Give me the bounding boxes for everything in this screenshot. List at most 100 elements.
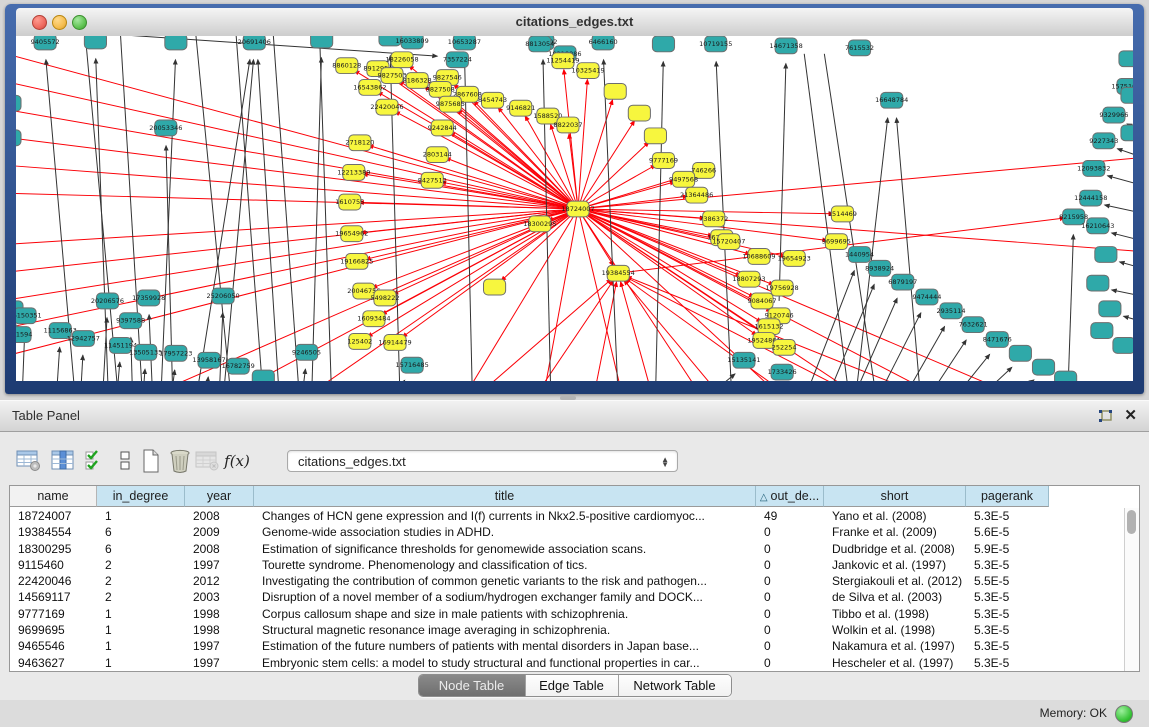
table-cell-year[interactable]: 1997 bbox=[185, 655, 254, 671]
table-row[interactable]: 911546021997Tourette syndrome. Phenomeno… bbox=[10, 557, 1125, 573]
table-cell-out_de[interactable]: 0 bbox=[756, 622, 824, 638]
network-node[interactable] bbox=[16, 130, 21, 146]
show-columns-icon[interactable] bbox=[48, 447, 78, 475]
function-builder-icon[interactable]: f(x) bbox=[222, 447, 252, 475]
table-cell-year[interactable]: 1997 bbox=[185, 638, 254, 654]
tab-node-table[interactable]: Node Table bbox=[419, 675, 526, 696]
table-cell-short[interactable]: Tibbo et al. (1998) bbox=[824, 606, 966, 622]
network-node[interactable] bbox=[16, 95, 21, 111]
network-node[interactable] bbox=[1091, 323, 1113, 339]
close-panel-icon[interactable]: ✕ bbox=[1124, 406, 1137, 424]
network-window-titlebar[interactable]: citations_edges.txt bbox=[16, 8, 1133, 37]
network-node[interactable] bbox=[1055, 371, 1077, 381]
table-cell-in_degree[interactable]: 2 bbox=[97, 573, 185, 589]
table-cell-short[interactable]: Dudbridge et al. (2008) bbox=[824, 541, 966, 557]
table-cell-in_degree[interactable]: 1 bbox=[97, 638, 185, 654]
network-node[interactable] bbox=[311, 36, 333, 48]
column-header-name[interactable]: name bbox=[10, 486, 97, 507]
table-header-row[interactable]: namein_degreeyeartitle△out_de...shortpag… bbox=[10, 486, 1049, 508]
table-cell-in_degree[interactable]: 6 bbox=[97, 524, 185, 540]
table-row[interactable]: 946554611997Estimation of the future num… bbox=[10, 638, 1125, 654]
network-node[interactable] bbox=[1009, 345, 1031, 361]
column-header-out_de[interactable]: △out_de... bbox=[756, 486, 824, 507]
table-cell-short[interactable]: Wolkin et al. (1998) bbox=[824, 622, 966, 638]
table-cell-year[interactable]: 1998 bbox=[185, 622, 254, 638]
table-cell-name[interactable]: 22420046 bbox=[10, 573, 97, 589]
table-cell-out_de[interactable]: 0 bbox=[756, 655, 824, 671]
delete-column-icon[interactable] bbox=[165, 447, 195, 475]
column-header-in_degree[interactable]: in_degree bbox=[97, 486, 185, 507]
table-body[interactable]: 1872400712008Changes of HCN gene express… bbox=[10, 508, 1125, 671]
table-cell-title[interactable]: Tourette syndrome. Phenomenology and cla… bbox=[254, 557, 756, 573]
table-cell-year[interactable]: 1998 bbox=[185, 606, 254, 622]
table-cell-short[interactable]: de Silva et al. (2003) bbox=[824, 589, 966, 605]
table-cell-title[interactable]: Structural magnetic resonance image aver… bbox=[254, 622, 756, 638]
table-cell-year[interactable]: 2012 bbox=[185, 573, 254, 589]
network-node[interactable] bbox=[604, 83, 626, 99]
table-cell-pagerank[interactable]: 5.3E-5 bbox=[966, 606, 1049, 622]
network-node[interactable] bbox=[84, 36, 106, 49]
table-cell-out_de[interactable]: 0 bbox=[756, 573, 824, 589]
table-cell-short[interactable]: Hescheler et al. (1997) bbox=[824, 655, 966, 671]
table-cell-title[interactable]: Estimation of significance thresholds fo… bbox=[254, 541, 756, 557]
new-column-icon[interactable] bbox=[136, 447, 166, 475]
table-cell-in_degree[interactable]: 1 bbox=[97, 622, 185, 638]
float-panel-icon[interactable] bbox=[1098, 409, 1113, 424]
network-node[interactable] bbox=[165, 36, 187, 50]
network-canvas[interactable]: 9405572206914061603380910653287152760264… bbox=[16, 36, 1133, 381]
table-cell-pagerank[interactable]: 5.3E-5 bbox=[966, 557, 1049, 573]
table-cell-year[interactable]: 2008 bbox=[185, 508, 254, 524]
table-cell-title[interactable]: Estimation of the future numbers of pati… bbox=[254, 638, 756, 654]
tab-edge-table[interactable]: Edge Table bbox=[526, 675, 619, 696]
table-cell-name[interactable]: 19384554 bbox=[10, 524, 97, 540]
network-node[interactable] bbox=[1095, 247, 1117, 263]
table-cell-in_degree[interactable]: 2 bbox=[97, 557, 185, 573]
network-canvas-container[interactable]: 9405572206914061603380910653287152760264… bbox=[16, 36, 1133, 381]
column-header-pagerank[interactable]: pagerank bbox=[966, 486, 1049, 507]
tab-network-table[interactable]: Network Table bbox=[619, 675, 731, 696]
table-cell-in_degree[interactable]: 1 bbox=[97, 508, 185, 524]
table-cell-out_de[interactable]: 0 bbox=[756, 524, 824, 540]
table-cell-name[interactable]: 9699695 bbox=[10, 622, 97, 638]
table-cell-short[interactable]: Jankovic et al. (1997) bbox=[824, 557, 966, 573]
table-cell-name[interactable]: 14569117 bbox=[10, 589, 97, 605]
network-node[interactable] bbox=[652, 36, 674, 52]
table-cell-title[interactable]: Embryonic stem cells: a model to study s… bbox=[254, 655, 756, 671]
table-cell-year[interactable]: 2003 bbox=[185, 589, 254, 605]
table-cell-title[interactable]: Corpus callosum shape and size in male p… bbox=[254, 606, 756, 622]
network-node[interactable] bbox=[1032, 359, 1054, 375]
table-cell-short[interactable]: Nakamura et al. (1997) bbox=[824, 638, 966, 654]
table-cell-name[interactable]: 9115460 bbox=[10, 557, 97, 573]
network-node[interactable] bbox=[484, 279, 506, 295]
table-cell-name[interactable]: 18300295 bbox=[10, 541, 97, 557]
network-node[interactable] bbox=[644, 128, 666, 144]
table-cell-pagerank[interactable]: 5.3E-5 bbox=[966, 655, 1049, 671]
table-cell-pagerank[interactable]: 5.9E-5 bbox=[966, 541, 1049, 557]
table-row[interactable]: 1938455462009Genome-wide association stu… bbox=[10, 524, 1125, 540]
table-cell-pagerank[interactable]: 5.6E-5 bbox=[966, 524, 1049, 540]
table-cell-title[interactable]: Investigating the contribution of common… bbox=[254, 573, 756, 589]
table-cell-year[interactable]: 2008 bbox=[185, 541, 254, 557]
table-cell-year[interactable]: 1997 bbox=[185, 557, 254, 573]
table-cell-title[interactable]: Changes of HCN gene expression and I(f) … bbox=[254, 508, 756, 524]
table-cell-title[interactable]: Disruption of a novel member of a sodium… bbox=[254, 589, 756, 605]
network-node[interactable] bbox=[628, 105, 650, 121]
table-cell-name[interactable]: 18724007 bbox=[10, 508, 97, 524]
table-settings-icon[interactable] bbox=[14, 447, 44, 475]
table-cell-pagerank[interactable]: 5.3E-5 bbox=[966, 622, 1049, 638]
table-row[interactable]: 946362711997Embryonic stem cells: a mode… bbox=[10, 655, 1125, 671]
table-row[interactable]: 977716911998Corpus callosum shape and si… bbox=[10, 606, 1125, 622]
table-cell-out_de[interactable]: 0 bbox=[756, 557, 824, 573]
network-node[interactable] bbox=[1099, 301, 1121, 317]
table-row[interactable]: 1830029562008Estimation of significance … bbox=[10, 541, 1125, 557]
table-row[interactable]: 969969511998Structural magnetic resonanc… bbox=[10, 622, 1125, 638]
table-cell-in_degree[interactable]: 1 bbox=[97, 606, 185, 622]
vertical-scrollbar[interactable] bbox=[1124, 508, 1139, 671]
network-node[interactable] bbox=[1119, 51, 1133, 67]
table-cell-in_degree[interactable]: 1 bbox=[97, 655, 185, 671]
table-cell-name[interactable]: 9463627 bbox=[10, 655, 97, 671]
import-table-icon[interactable] bbox=[193, 447, 223, 475]
table-row[interactable]: 1872400712008Changes of HCN gene express… bbox=[10, 508, 1125, 524]
table-cell-in_degree[interactable]: 2 bbox=[97, 589, 185, 605]
network-node[interactable] bbox=[1121, 125, 1133, 141]
